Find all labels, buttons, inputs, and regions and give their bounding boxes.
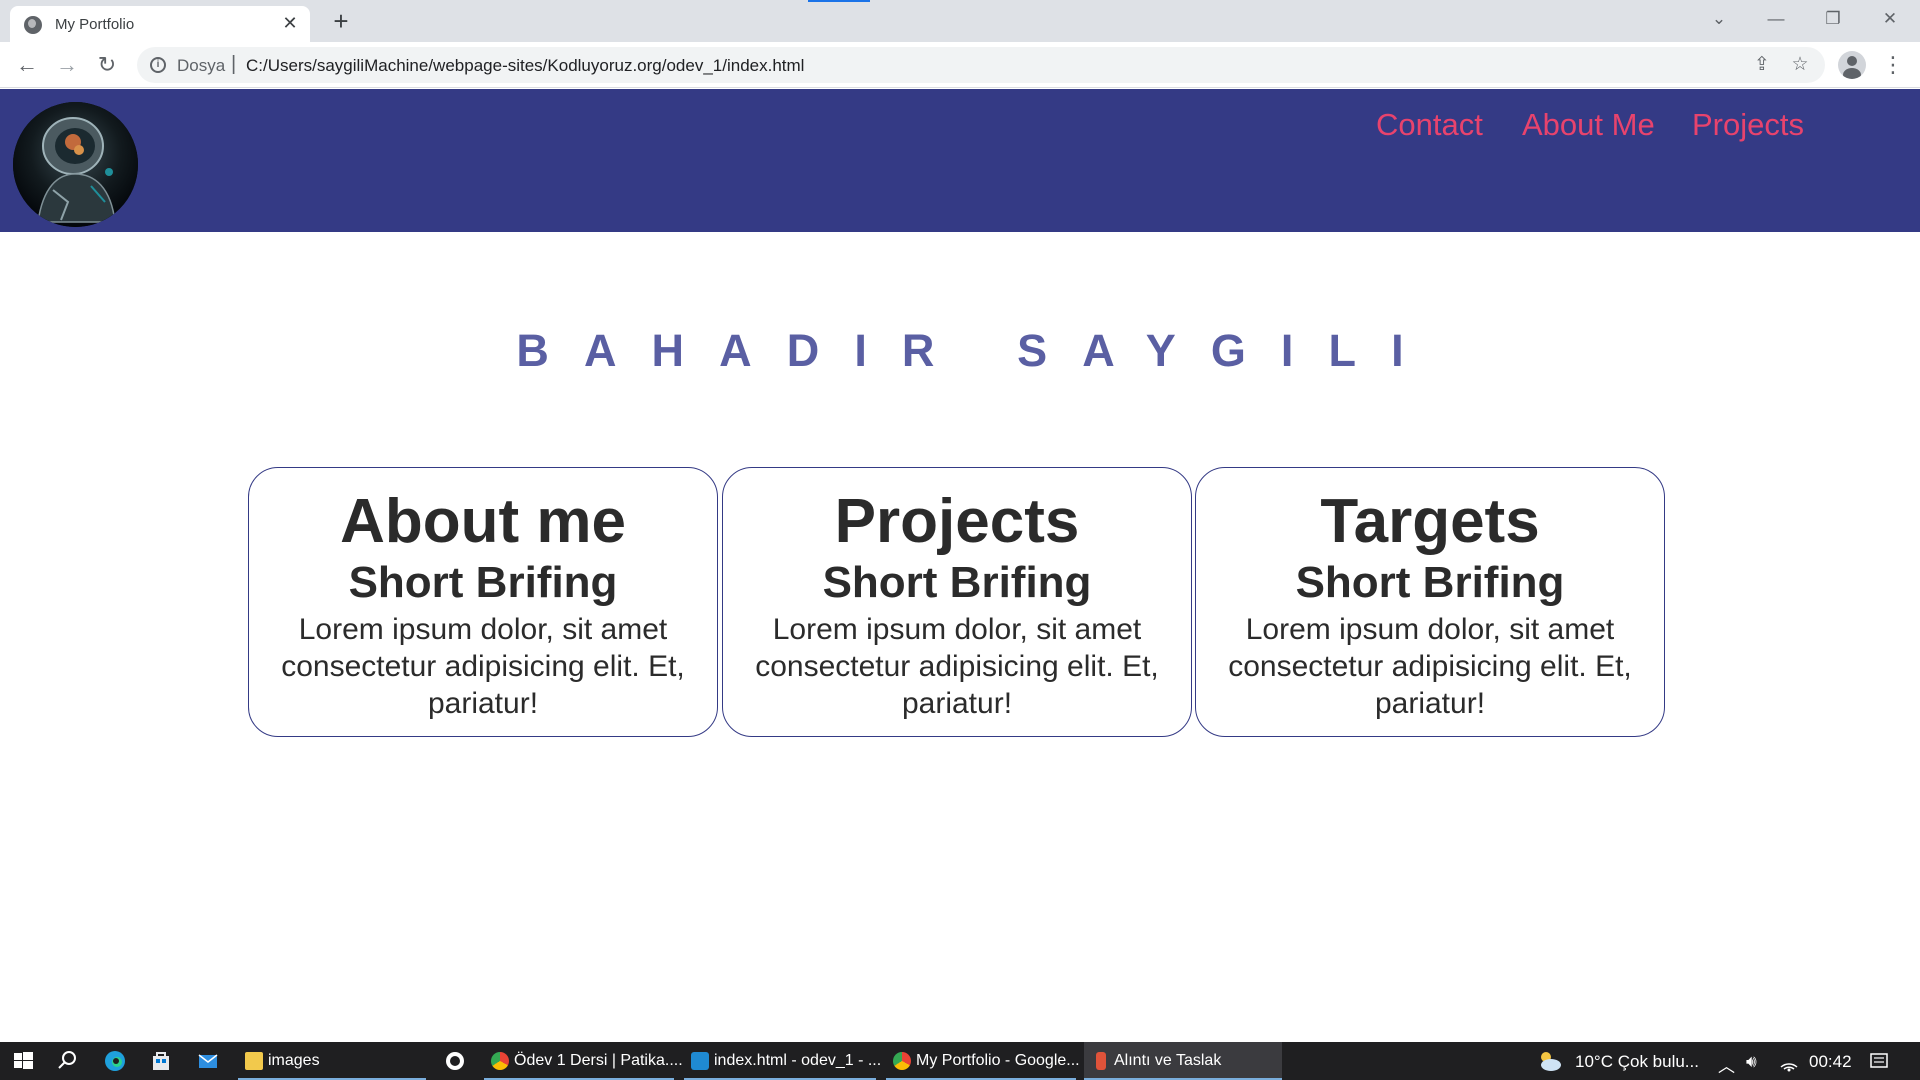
- forward-button[interactable]: →: [51, 49, 83, 81]
- card-title: Projects: [834, 487, 1080, 556]
- nav-link-contact[interactable]: Contact: [1376, 107, 1483, 143]
- card-text: Lorem ipsum dolor, sit amet consectetur …: [1228, 613, 1632, 720]
- windows-taskbar: images Ödev 1 Dersi | Patika.... index.h…: [0, 1042, 1920, 1080]
- screen: My Portfolio ✕ + ⌄ — ❐ ✕ ← → ↻ i Dosya |…: [0, 0, 1920, 1080]
- globe-icon: [24, 16, 42, 34]
- browser-toolbar: ← → ↻ i Dosya | C:/Users/saygiliMachine/…: [0, 42, 1920, 88]
- edge-browser-icon[interactable]: [100, 1046, 130, 1076]
- site-logo[interactable]: [13, 102, 138, 227]
- address-scheme-label: Dosya: [177, 56, 226, 75]
- new-tab-button[interactable]: +: [326, 6, 356, 36]
- taskbar-item-chrome-portfolio[interactable]: My Portfolio - Google...: [886, 1042, 1080, 1080]
- card-subtitle: Short Brifing: [822, 558, 1092, 607]
- store-icon[interactable]: [146, 1046, 176, 1076]
- folder-icon: [245, 1052, 263, 1070]
- share-icon[interactable]: ⇪: [1749, 52, 1775, 78]
- taskbar-item-label: index.html - odev_1 - ...: [714, 1052, 882, 1069]
- card-targets: Targets Short Brifing Lorem ipsum dolor,…: [1195, 467, 1665, 737]
- reload-button[interactable]: ↻: [91, 49, 123, 81]
- card-subtitle: Short Brifing: [1295, 558, 1565, 607]
- browser-menu-icon[interactable]: ⋮: [1877, 49, 1909, 81]
- close-window-button[interactable]: ✕: [1870, 4, 1910, 34]
- tab-strip: My Portfolio ✕ + ⌄ — ❐ ✕: [0, 0, 1920, 42]
- wifi-icon[interactable]: [1774, 1046, 1804, 1076]
- app-icon[interactable]: [440, 1046, 470, 1076]
- card-projects: Projects Short Brifing Lorem ipsum dolor…: [722, 467, 1192, 737]
- nav-link-about-me[interactable]: About Me: [1522, 107, 1655, 143]
- snipping-tool-icon: [1096, 1052, 1106, 1070]
- search-icon[interactable]: [52, 1046, 82, 1076]
- tab-hover-indicator: [808, 0, 870, 2]
- card-subtitle: Short Brifing: [348, 558, 618, 607]
- site-info-icon[interactable]: i: [150, 57, 166, 73]
- taskbar-item-label: Alıntı ve Taslak: [1114, 1052, 1222, 1069]
- taskbar-item-label: My Portfolio - Google...: [916, 1052, 1080, 1069]
- card-title: About me: [340, 487, 626, 556]
- card-about-me: About me Short Brifing Lorem ipsum dolor…: [248, 467, 718, 737]
- card-text: Lorem ipsum dolor, sit amet consectetur …: [281, 613, 685, 720]
- back-button[interactable]: ←: [11, 49, 43, 81]
- tray-overflow-chevron-icon[interactable]: ︿: [1718, 1052, 1735, 1077]
- chrome-icon: [491, 1052, 509, 1070]
- vscode-icon: [691, 1052, 709, 1070]
- profile-avatar-icon[interactable]: [1838, 51, 1866, 79]
- address-separator: |: [231, 53, 237, 75]
- taskbar-item-snipping-tool[interactable]: Alıntı ve Taslak: [1084, 1042, 1282, 1080]
- notification-center-icon[interactable]: [1864, 1046, 1894, 1076]
- browser-tab[interactable]: My Portfolio ✕: [10, 6, 310, 42]
- restore-button[interactable]: ❐: [1813, 4, 1853, 34]
- taskbar-item-images[interactable]: images: [238, 1042, 426, 1080]
- taskbar-item-label: Ödev 1 Dersi | Patika....: [514, 1052, 683, 1069]
- weather-cloud-icon[interactable]: [1534, 1046, 1564, 1076]
- weather-text[interactable]: 10°C Çok bulu...: [1575, 1052, 1699, 1072]
- bookmark-star-icon[interactable]: ☆: [1787, 52, 1813, 78]
- nav-link-projects[interactable]: Projects: [1692, 107, 1804, 143]
- minimize-button[interactable]: —: [1756, 4, 1796, 34]
- volume-icon[interactable]: 🔊︎: [1746, 1052, 1757, 1072]
- clock-time[interactable]: 00:42: [1809, 1052, 1852, 1072]
- chrome-icon: [893, 1052, 911, 1070]
- site-owner-name: BAHADIR SAYGILI: [516, 325, 1439, 376]
- tab-close-icon[interactable]: ✕: [278, 11, 302, 35]
- address-url[interactable]: C:/Users/saygiliMachine/webpage-sites/Ko…: [246, 56, 804, 76]
- astronaut-logo-image: [13, 102, 138, 227]
- card-text: Lorem ipsum dolor, sit amet consectetur …: [755, 613, 1159, 720]
- taskbar-item-vscode[interactable]: index.html - odev_1 - ...: [684, 1042, 881, 1080]
- tab-title: My Portfolio: [55, 16, 135, 33]
- tab-search-icon[interactable]: ⌄: [1699, 4, 1739, 34]
- page-viewport: Contact About Me Projects BAHADIR SAYGIL…: [0, 89, 1920, 1042]
- taskbar-item-label: images: [268, 1052, 320, 1069]
- mail-icon[interactable]: [193, 1046, 223, 1076]
- windows-start-icon[interactable]: [8, 1046, 38, 1076]
- address-bar[interactable]: i Dosya | C:/Users/saygiliMachine/webpag…: [137, 47, 1825, 83]
- taskbar-item-chrome-patika[interactable]: Ödev 1 Dersi | Patika....: [484, 1042, 683, 1080]
- card-title: Targets: [1320, 487, 1540, 556]
- site-header: Contact About Me Projects: [0, 89, 1920, 232]
